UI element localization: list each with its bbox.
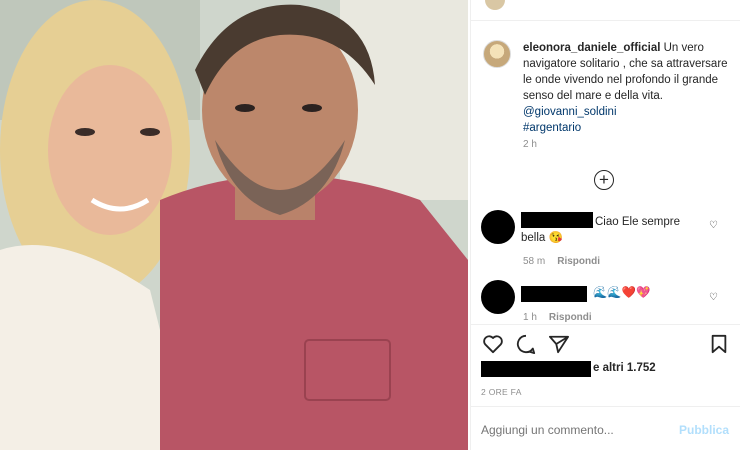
mention-link[interactable]: @giovanni_soldini	[523, 106, 617, 118]
photo-illustration	[0, 0, 468, 450]
publish-button[interactable]: Pubblica	[679, 423, 729, 437]
comment-like-icon[interactable]: ♡	[709, 292, 718, 303]
comment-item: 🌊🌊❤️💖 ♡ 1 h Rispondi	[481, 280, 731, 324]
redacted-liker	[481, 361, 591, 377]
share-icon[interactable]	[548, 334, 570, 354]
bookmark-icon[interactable]	[709, 334, 729, 354]
heart-icon[interactable]	[482, 334, 504, 354]
comment-like-icon[interactable]: ♡	[709, 220, 718, 231]
comment-time: 58 m	[523, 256, 546, 267]
comment-input[interactable]	[481, 423, 661, 437]
likes-count[interactable]: e altri 1.752	[593, 362, 656, 374]
author-username[interactable]: eleonora_daniele_official	[523, 42, 660, 54]
reply-button[interactable]: Rispondi	[549, 312, 592, 323]
instagram-post-view: eleonora_daniele_official Un vero naviga…	[0, 0, 740, 450]
commenter-avatar[interactable]	[481, 280, 515, 314]
author-avatar[interactable]	[483, 40, 511, 68]
header-strip	[471, 0, 740, 21]
hashtag-link[interactable]: #argentario	[523, 122, 581, 134]
comment-item: Ciao Ele sempre bella 😘 ♡ 58 m Rispondi	[481, 210, 731, 270]
comment-meta: 58 m Rispondi	[523, 256, 600, 267]
plus-circle-icon[interactable]: +	[594, 170, 614, 190]
post-caption: eleonora_daniele_official Un vero naviga…	[523, 40, 733, 136]
commenter-avatar[interactable]	[481, 210, 515, 244]
comment-text: 🌊🌊❤️💖	[593, 287, 651, 299]
comment-text: Ciao Ele sempre bella 😘	[521, 216, 681, 244]
post-photo[interactable]	[0, 0, 468, 450]
comment-icon[interactable]	[515, 334, 537, 354]
reply-button[interactable]: Rispondi	[557, 256, 600, 267]
comment-time: 1 h	[523, 312, 537, 323]
redacted-username	[521, 286, 587, 302]
action-bar	[471, 324, 740, 365]
header-avatar[interactable]	[485, 0, 505, 10]
post-side-panel: eleonora_daniele_official Un vero naviga…	[470, 0, 740, 450]
comment-meta: 1 h Rispondi	[523, 312, 592, 323]
add-comment-bar: Pubblica	[471, 406, 740, 451]
caption-time: 2 h	[523, 139, 537, 150]
post-timestamp: 2 ORE FA	[481, 387, 522, 397]
